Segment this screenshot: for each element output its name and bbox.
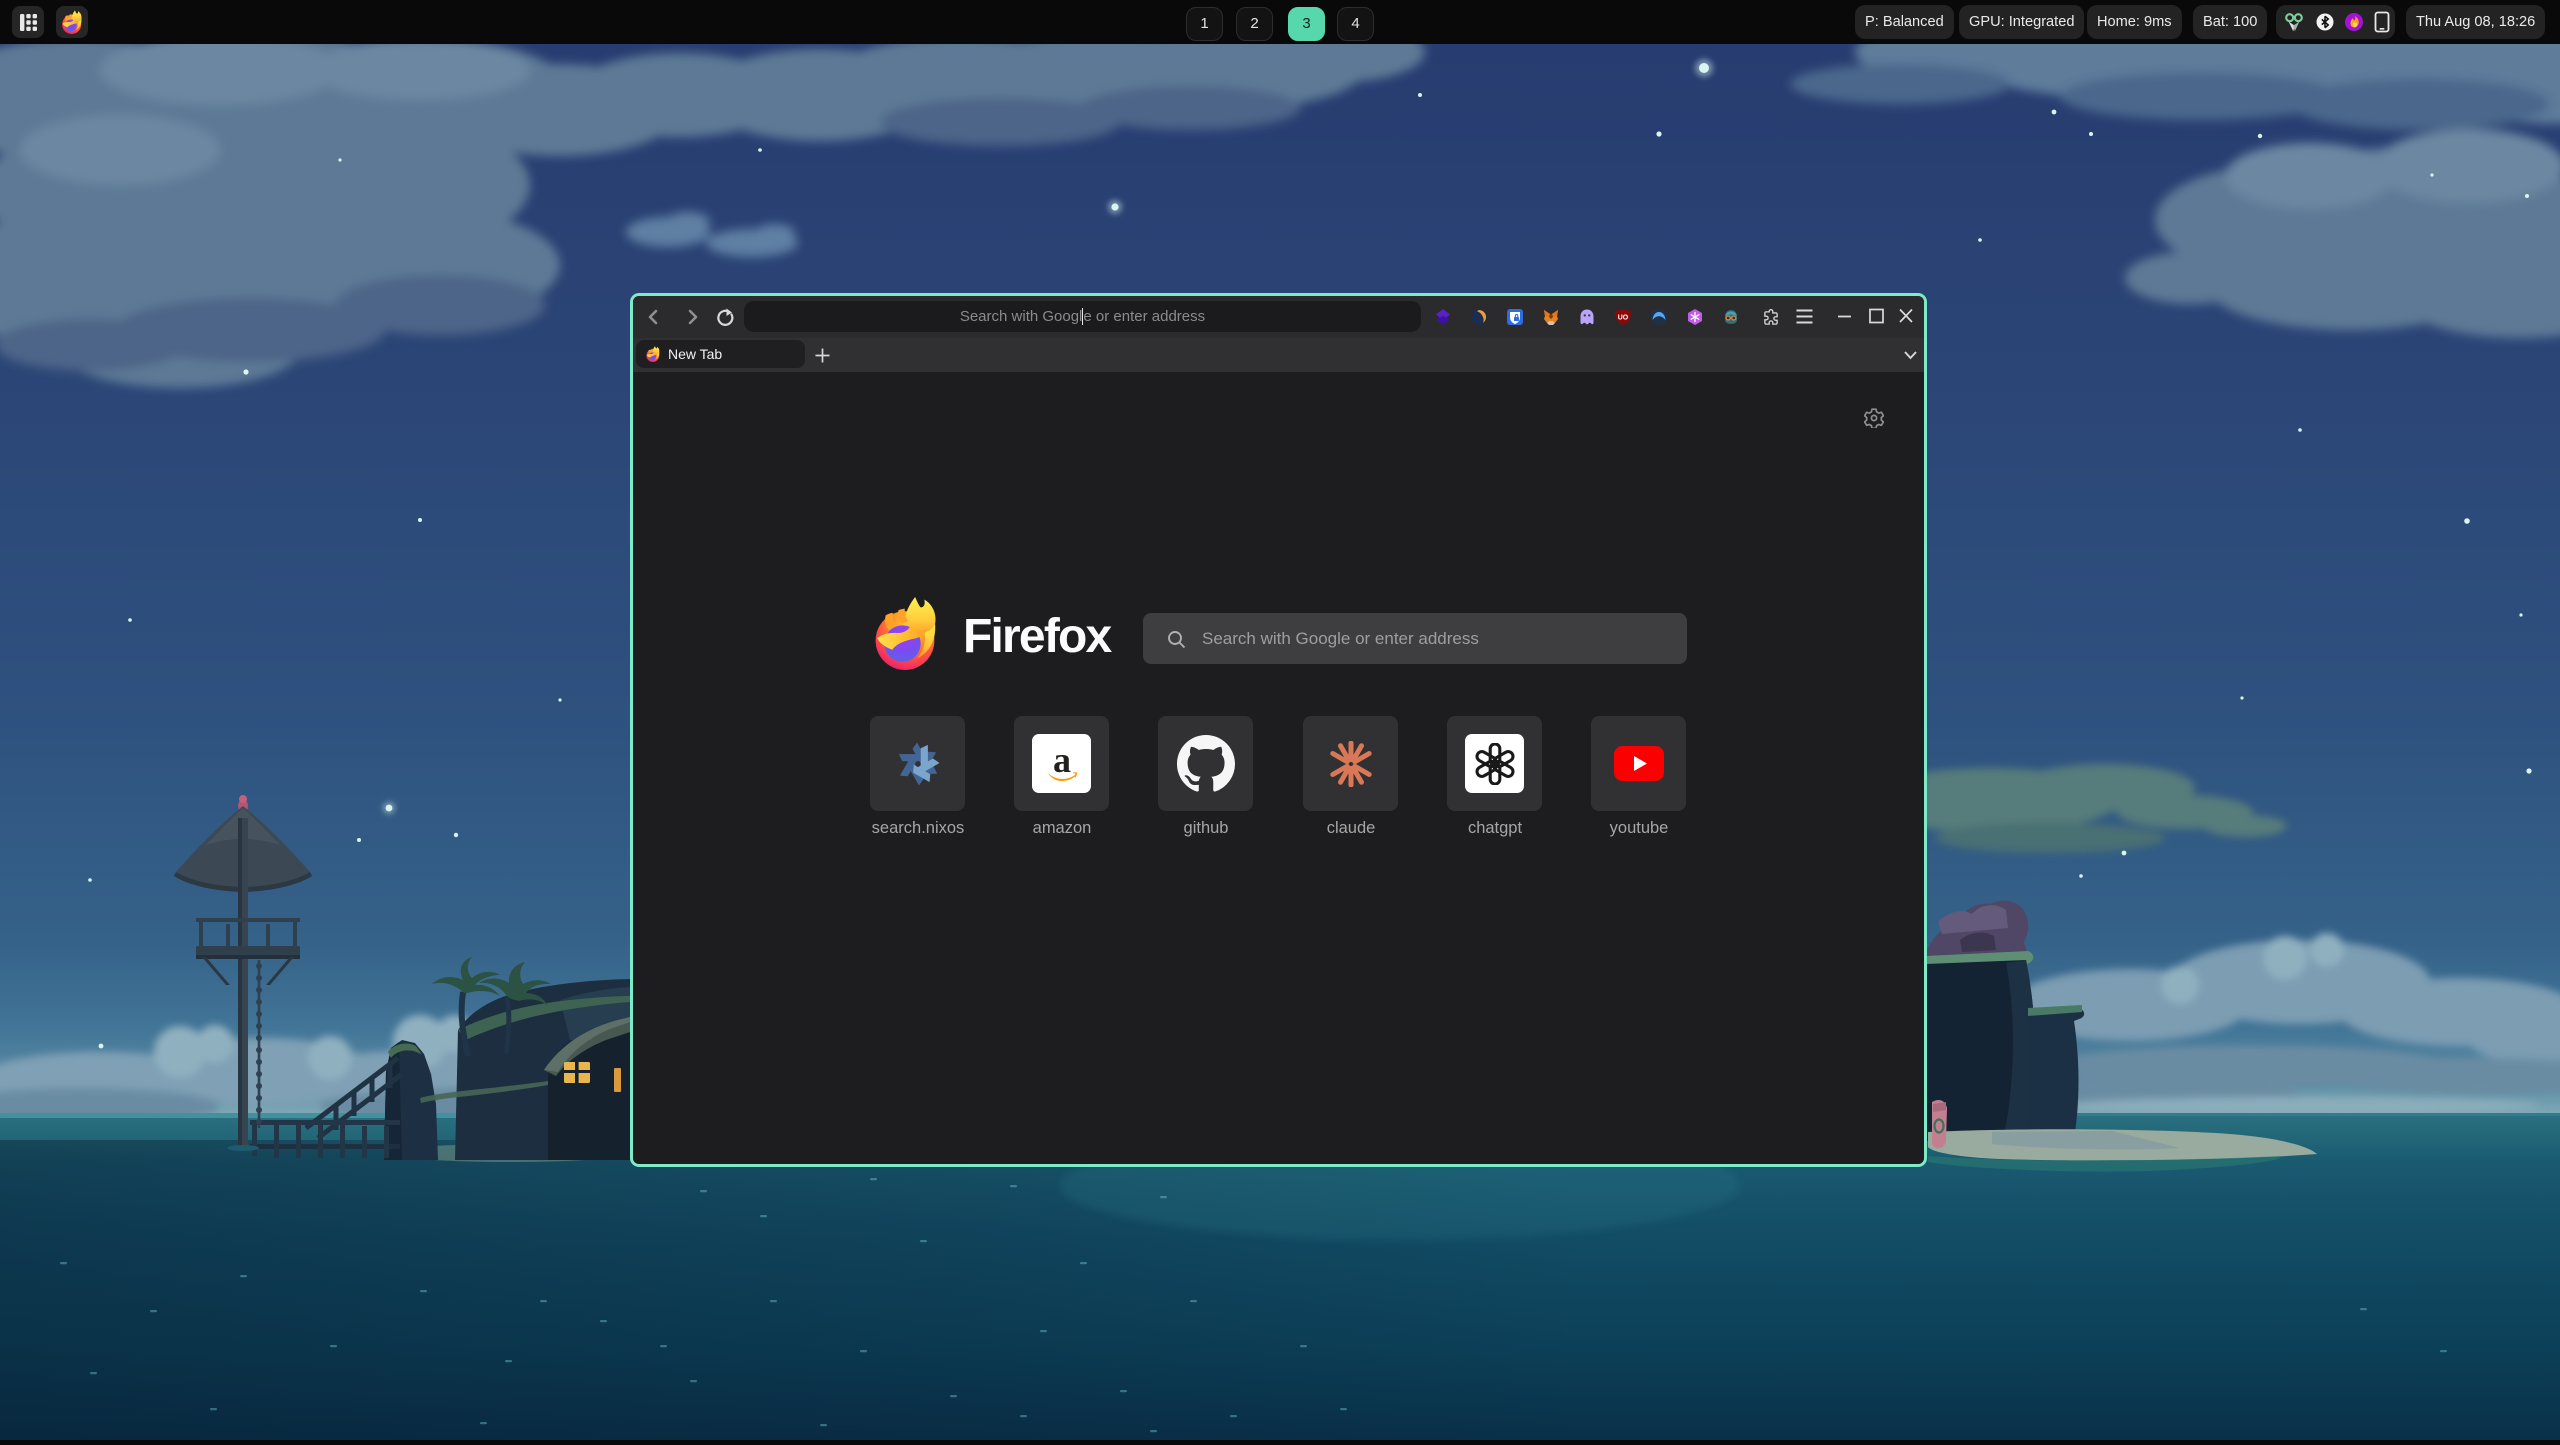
svg-text:UO: UO <box>1618 315 1629 322</box>
svg-text:a: a <box>1053 742 1071 780</box>
